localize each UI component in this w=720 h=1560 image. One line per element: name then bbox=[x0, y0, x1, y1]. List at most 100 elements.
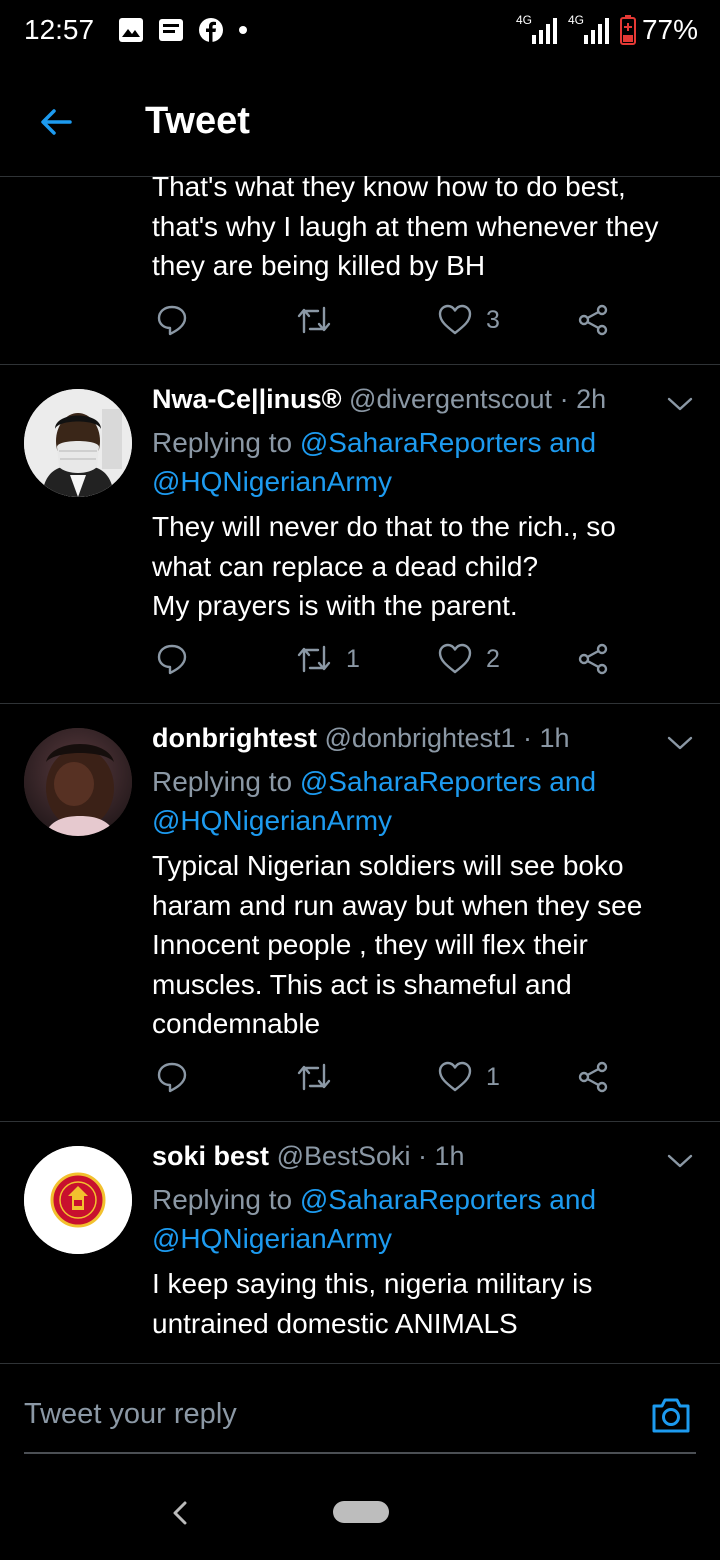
tweet-actions: 1 2 bbox=[152, 643, 622, 683]
mention-link[interactable]: @HQNigerianArmy bbox=[152, 466, 392, 497]
replying-to: Replying to @SaharaReporters and @HQNige… bbox=[152, 762, 596, 840]
status-bar: 12:57 4G 4G 77% bbox=[0, 0, 720, 66]
reply-action[interactable] bbox=[156, 304, 202, 336]
tweet-text-line: untrained domestic ANIMALS bbox=[152, 1307, 518, 1339]
dot-icon bbox=[239, 26, 247, 34]
reply-input[interactable]: Tweet your reply bbox=[24, 1398, 237, 1431]
retweet-icon bbox=[297, 306, 331, 334]
tweet-text: They will never do that to the rich., so… bbox=[152, 507, 697, 626]
like-count: 3 bbox=[486, 305, 500, 334]
tweet-text-line: condemnable bbox=[152, 1008, 321, 1039]
input-underline bbox=[24, 1452, 696, 1454]
tweet-item[interactable]: soki best @BestSoki · 1h Replying to @Sa… bbox=[0, 1121, 720, 1363]
share-action[interactable] bbox=[577, 1061, 609, 1093]
signal-1: 4G bbox=[516, 13, 562, 45]
share-action[interactable] bbox=[577, 643, 609, 675]
battery-icon bbox=[619, 15, 636, 45]
display-name[interactable]: donbrightest bbox=[152, 723, 317, 753]
heart-icon bbox=[438, 643, 472, 674]
tweet-text-line: what can replace a dead child? bbox=[152, 550, 539, 582]
message-icon bbox=[159, 19, 183, 41]
display-name[interactable]: Nwa-Ce||inus® bbox=[152, 384, 342, 414]
tweet-partial[interactable]: That's what they know how to do best, th… bbox=[0, 171, 720, 365]
share-icon bbox=[578, 1061, 608, 1093]
facebook-icon bbox=[199, 18, 223, 42]
mention-link[interactable]: @SaharaReporters and bbox=[300, 766, 596, 797]
reply-composer: Tweet your reply bbox=[0, 1363, 720, 1454]
replying-label: Replying to bbox=[152, 766, 293, 797]
like-action[interactable]: 2 bbox=[438, 643, 500, 675]
retweet-icon bbox=[297, 645, 331, 673]
tweet-header: Nwa-Ce||inus® @divergentscout · 2h bbox=[152, 384, 606, 415]
retweet-action[interactable]: 1 bbox=[296, 643, 360, 675]
mention-link[interactable]: @SaharaReporters and bbox=[300, 427, 596, 458]
reply-action[interactable] bbox=[156, 1061, 202, 1093]
user-handle[interactable]: @donbrightest1 bbox=[325, 723, 516, 753]
back-nav-icon[interactable] bbox=[170, 1500, 190, 1526]
arrow-left-icon[interactable] bbox=[36, 102, 76, 142]
like-count: 1 bbox=[486, 1062, 500, 1091]
retweet-action[interactable] bbox=[296, 304, 346, 336]
tweet-text: Typical Nigerian soldiers will see boko … bbox=[152, 846, 697, 1044]
reply-action[interactable] bbox=[156, 643, 202, 675]
signal-2: 4G bbox=[568, 13, 614, 45]
tweet-time: · 2h bbox=[559, 384, 607, 414]
replying-label: Replying to bbox=[152, 427, 293, 458]
tweet-text-line: That's what they know how to do best, bbox=[152, 171, 626, 202]
tweet-item[interactable]: donbrightest @donbrightest1 · 1h Replyin… bbox=[0, 703, 720, 1122]
heart-icon bbox=[438, 1061, 472, 1092]
tweet-text-line: I keep saying this, nigeria military is bbox=[152, 1268, 593, 1299]
chevron-down-icon[interactable] bbox=[666, 734, 694, 752]
user-handle[interactable]: @divergentscout bbox=[349, 384, 552, 414]
tweet-actions: 3 bbox=[152, 304, 622, 344]
system-nav-bar bbox=[0, 1460, 720, 1560]
tweet-text: That's what they know how to do best, th… bbox=[152, 167, 697, 286]
user-avatar-image bbox=[24, 728, 132, 836]
camera-icon[interactable] bbox=[650, 1394, 692, 1436]
avatar[interactable] bbox=[24, 728, 132, 836]
share-icon bbox=[578, 304, 608, 336]
home-pill-icon[interactable] bbox=[332, 1500, 390, 1524]
chevron-down-icon[interactable] bbox=[666, 395, 694, 413]
signal-icon bbox=[583, 18, 609, 44]
replying-label: Replying to bbox=[152, 1184, 293, 1215]
avatar[interactable] bbox=[24, 389, 132, 497]
tweet-text-line: My prayers is with the parent. bbox=[152, 590, 518, 621]
app-bar: Tweet bbox=[0, 66, 720, 177]
tweet-text-line: muscles. This act is shameful and bbox=[152, 968, 572, 1000]
chevron-down-icon[interactable] bbox=[666, 1152, 694, 1170]
tweet-text-line: Typical Nigerian soldiers will see boko bbox=[152, 850, 624, 881]
status-right: 4G 4G 77% bbox=[516, 13, 698, 46]
replying-to: Replying to @SaharaReporters and @HQNige… bbox=[152, 1180, 596, 1258]
notification-icons bbox=[118, 17, 248, 43]
mention-link[interactable]: @SaharaReporters and bbox=[300, 1184, 596, 1215]
tweet-text-line: Innocent people , they will flex their bbox=[152, 929, 588, 960]
replying-to: Replying to @SaharaReporters and @HQNige… bbox=[152, 423, 596, 501]
user-handle[interactable]: @BestSoki bbox=[277, 1141, 411, 1171]
tweet-text: I keep saying this, nigeria military is … bbox=[152, 1264, 697, 1343]
retweet-action[interactable] bbox=[296, 1061, 346, 1093]
reply-icon bbox=[157, 305, 187, 336]
display-name[interactable]: soki best bbox=[152, 1141, 269, 1171]
tweet-header: soki best @BestSoki · 1h bbox=[152, 1141, 465, 1172]
tweet-time: · 1h bbox=[523, 723, 570, 753]
like-action[interactable]: 3 bbox=[438, 304, 500, 336]
status-time: 12:57 bbox=[24, 14, 95, 45]
mention-link[interactable]: @HQNigerianArmy bbox=[152, 805, 392, 836]
tweet-item[interactable]: Nwa-Ce||inus® @divergentscout · 2h Reply… bbox=[0, 364, 720, 704]
page-title: Tweet bbox=[145, 100, 250, 142]
avatar[interactable] bbox=[24, 1146, 132, 1254]
reply-icon bbox=[157, 1062, 187, 1093]
heart-icon bbox=[438, 304, 472, 335]
like-action[interactable]: 1 bbox=[438, 1061, 500, 1093]
reply-icon bbox=[157, 644, 187, 675]
battery-percent: 77% bbox=[641, 14, 698, 45]
gallery-icon bbox=[119, 18, 143, 42]
tweet-text-line: that's why I laugh at them whenever they bbox=[152, 210, 659, 242]
user-avatar-image bbox=[24, 389, 132, 497]
mention-link[interactable]: @HQNigerianArmy bbox=[152, 1223, 392, 1254]
tweet-text-line: They will never do that to the rich., so bbox=[152, 511, 616, 542]
tweet-actions: 1 bbox=[152, 1061, 622, 1101]
share-action[interactable] bbox=[577, 304, 609, 336]
share-icon bbox=[578, 643, 608, 675]
